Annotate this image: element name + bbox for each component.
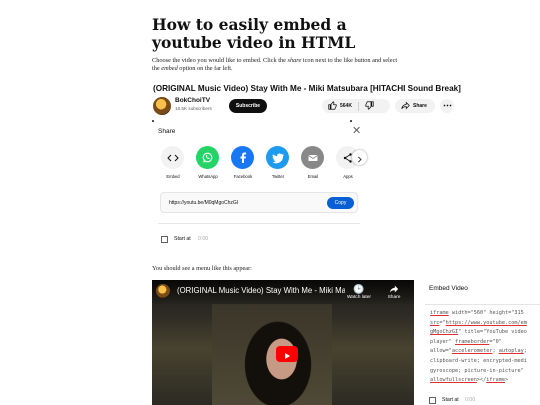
share-button[interactable]: Share [395, 99, 435, 113]
embed-code-line: gyroscope; picture-in-picture" [430, 367, 540, 377]
embed-code-text: ="0" [489, 338, 502, 345]
embed-start-at-label: Start at [442, 397, 459, 403]
embed-code-token: autoplay [498, 348, 524, 355]
video-frame [212, 304, 332, 405]
start-at-time[interactable]: 0:00 [198, 236, 208, 242]
embed-video-panel: Embed Video iframe width="560" height="3… [420, 280, 540, 405]
watch-later-label: Watch later [346, 295, 372, 300]
article-title: How to easily embed a youtube video in H… [152, 15, 356, 52]
embed-code-token: frameborder [455, 338, 490, 345]
share-panel: Share ✕ Embed WhatsApp Facebook Twitter … [158, 124, 367, 254]
subscribe-button[interactable]: Subscribe [229, 99, 267, 113]
share-url-text[interactable]: https://youtu.be/M0qMgoChzGI [169, 200, 238, 206]
embed-code-text: ; [523, 348, 527, 355]
chevron-right-icon [356, 148, 363, 167]
player-channel-avatar[interactable] [156, 284, 170, 298]
share-arrow-icon [374, 284, 414, 295]
thumbs-down-icon[interactable] [365, 100, 374, 112]
embed-code-icon[interactable] [161, 146, 184, 169]
whatsapp-icon[interactable] [196, 146, 219, 169]
screenshot-edge-dot [152, 120, 154, 122]
player-share-label: Share [387, 295, 401, 300]
embed-code-text: player" [430, 338, 455, 345]
start-at-checkbox[interactable] [161, 236, 168, 243]
like-count[interactable]: 564K [340, 103, 352, 109]
second-caption: You should see a menu like this appear: [152, 265, 252, 272]
video-title[interactable]: (ORIGINAL Music Video) Stay With Me - Mi… [153, 84, 473, 93]
share-target-label: Email [307, 174, 319, 179]
intro-paragraph: Choose the video you would like to embed… [152, 57, 402, 73]
embed-code-text: " title="YouTube video [458, 329, 527, 336]
embed-code-text: ></ [476, 377, 487, 384]
embed-code-line: iframe width="560" height="315 [430, 309, 540, 319]
embed-code-line: clipboard-write; encrypted-medi [430, 357, 540, 367]
like-separator [357, 101, 359, 111]
like-dislike-group: 564K [322, 99, 390, 113]
intro-text-3: option on the far left. [177, 65, 233, 72]
embed-code-line: allowfullscreen></iframe> [430, 376, 540, 386]
share-target-label: WhatsApp [198, 174, 218, 179]
embed-code[interactable]: iframe width="560" height="315 src="https… [430, 309, 540, 386]
close-icon[interactable]: ✕ [352, 124, 361, 137]
embed-code-line: allow="accelerometer; autoplay; [430, 347, 540, 357]
embed-start-at-checkbox[interactable] [429, 397, 436, 404]
embed-code-token: iframe [486, 377, 505, 384]
share-target-label: Embed [166, 174, 180, 179]
embed-code-text: gyroscope; picture-in-picture" [430, 367, 524, 374]
embed-code-text: allow=" [430, 348, 452, 355]
twitter-icon[interactable] [266, 146, 289, 169]
play-icon [283, 345, 291, 364]
intro-embed-word: embed [161, 65, 178, 72]
next-arrow-button[interactable] [352, 150, 367, 165]
watch-later-button[interactable]: 🕒 Watch later [339, 284, 379, 300]
copy-button[interactable]: Copy [327, 197, 354, 209]
share-arrow-icon [401, 101, 410, 112]
email-icon[interactable] [301, 146, 324, 169]
facebook-icon[interactable] [231, 146, 254, 169]
share-target-label: Facebook [233, 174, 253, 179]
share-button-label: Share [413, 103, 427, 109]
video-player-preview[interactable]: (ORIGINAL Music Video) Stay With Me - Mi… [152, 280, 414, 405]
share-url-field[interactable]: https://youtu.be/M0qMgoChzGI Copy [160, 192, 358, 213]
embed-code-line: gMgoChzGI" title="YouTube video [430, 328, 540, 338]
embed-code-box[interactable]: iframe width="560" height="315 src="https… [425, 304, 540, 394]
embed-panel-heading: Embed Video [429, 285, 468, 292]
embed-code-token: https://www.youtube.com/em [445, 319, 527, 326]
channel-name[interactable]: BokChoiTV [175, 97, 210, 104]
embed-code-text: clipboard-write; encrypted-medi [430, 357, 527, 364]
screenshot-edge-dot [350, 120, 352, 122]
embed-code-line: src="https://www.youtube.com/em [430, 319, 540, 329]
start-at-label: Start at [174, 236, 191, 242]
share-dialog-screenshot: (ORIGINAL Music Video) Stay With Me - Mi… [150, 80, 470, 260]
embed-code-token: iframe [430, 310, 449, 316]
player-title[interactable]: (ORIGINAL Music Video) Stay With Me - Mi… [177, 286, 345, 295]
play-button[interactable] [276, 346, 298, 362]
channel-avatar[interactable] [153, 97, 171, 115]
intro-share-word: share [287, 57, 302, 64]
share-panel-heading: Share [158, 128, 176, 135]
embed-code-token: src [430, 319, 440, 326]
more-horizontal-icon [443, 101, 452, 112]
embed-code-token: accelerometer [451, 348, 493, 355]
player-share-button[interactable]: Share [374, 284, 414, 300]
embed-code-token: gMgoChzGI [430, 329, 459, 336]
share-divider [158, 223, 360, 224]
embed-code-token: allowfullscreen [430, 377, 477, 384]
thumbs-up-icon[interactable] [328, 100, 337, 112]
more-actions-button[interactable] [440, 99, 454, 113]
embed-code-line: player" frameborder="0" [430, 338, 540, 348]
embed-code-text: width="560" height="315 [448, 310, 524, 316]
share-target-label: Twitter [271, 174, 285, 179]
embed-code-text: > [504, 377, 509, 384]
subscriber-count: 18.5K subscribers [175, 106, 212, 111]
share-target-label: Apps [343, 174, 353, 179]
intro-text-1: Choose the video you would like to embed… [152, 57, 288, 64]
clock-icon: 🕒 [353, 284, 365, 294]
embed-start-at-time[interactable]: 0:00 [465, 397, 475, 403]
